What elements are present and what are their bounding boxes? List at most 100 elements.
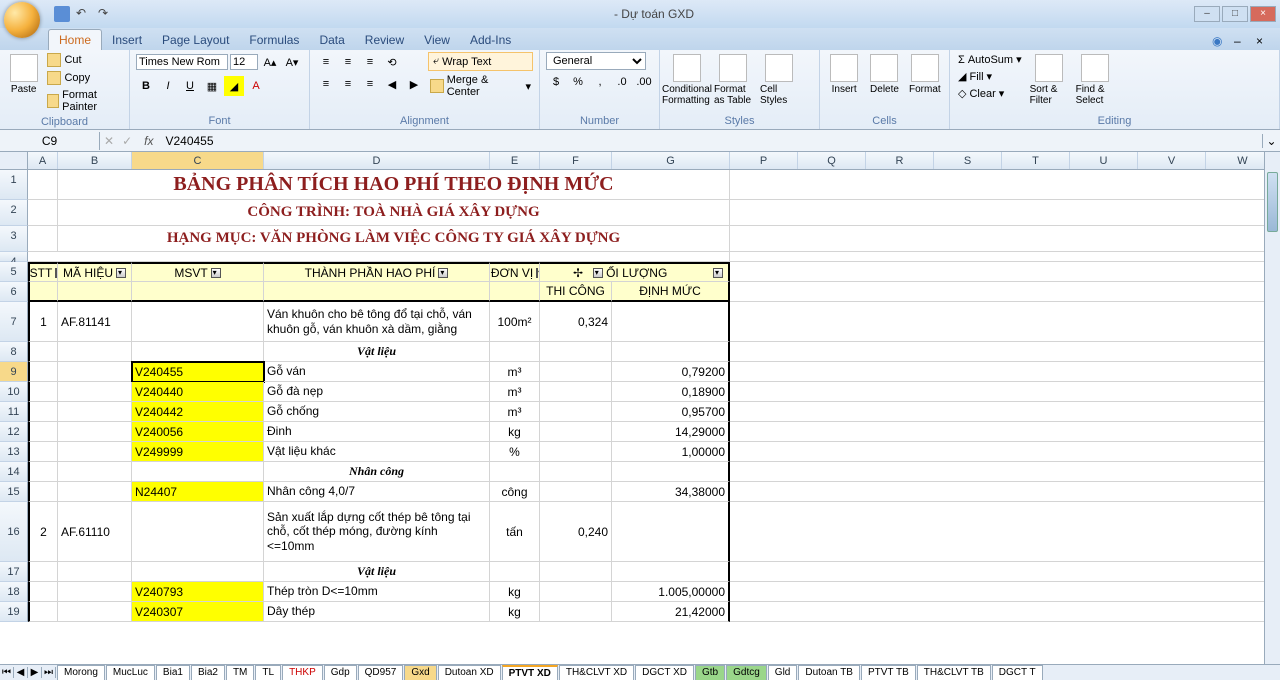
cell[interactable] (58, 462, 132, 482)
close-workbook-icon[interactable]: × (1256, 34, 1272, 50)
row-header[interactable]: 19 (0, 602, 28, 622)
merge-center-button[interactable]: Merge & Center ▾ (428, 73, 533, 99)
cell[interactable]: công (490, 482, 540, 502)
col-header[interactable]: B (58, 152, 132, 169)
cell[interactable] (540, 482, 612, 502)
save-icon[interactable] (54, 6, 70, 22)
cell[interactable]: kg (490, 602, 540, 622)
prev-sheet-button[interactable]: ◀ (14, 667, 28, 678)
cell[interactable]: m³ (490, 382, 540, 402)
cell[interactable] (58, 602, 132, 622)
cell[interactable] (28, 442, 58, 462)
cell[interactable]: Nhân công (264, 462, 490, 482)
select-all-button[interactable] (0, 152, 28, 169)
row-header[interactable]: 12 (0, 422, 28, 442)
increase-decimal-button[interactable]: .0 (612, 72, 632, 92)
col-header[interactable]: P (730, 152, 798, 169)
number-format-select[interactable]: General (546, 52, 646, 70)
paste-button[interactable]: Paste (6, 52, 41, 97)
sheet-tab[interactable]: Morong (57, 665, 105, 680)
row-header[interactable]: 5 (0, 262, 28, 282)
cell[interactable] (58, 442, 132, 462)
align-left-button[interactable]: ≡ (316, 74, 336, 94)
office-button[interactable] (4, 2, 40, 38)
col-header[interactable]: R (866, 152, 934, 169)
cell[interactable]: kg (490, 422, 540, 442)
cell[interactable]: V240442 (132, 402, 264, 422)
align-bottom-button[interactable]: ≡ (360, 52, 380, 72)
row-header[interactable]: 14 (0, 462, 28, 482)
copy-button[interactable]: Copy (45, 70, 123, 86)
enter-formula-icon[interactable]: ✓ (118, 134, 136, 148)
italic-button[interactable]: I (158, 76, 178, 96)
cell[interactable]: m³ (490, 362, 540, 382)
sheet-tab[interactable]: Gxd (404, 665, 436, 680)
th-dinhmuc[interactable]: ĐỊNH MỨC (612, 282, 730, 302)
cell[interactable]: AF.81141 (58, 302, 132, 342)
cell[interactable] (730, 422, 1280, 442)
cell[interactable]: Đinh (264, 422, 490, 442)
th-stt[interactable]: STT (28, 262, 58, 282)
filter-icon[interactable] (211, 268, 221, 278)
row-header[interactable]: 4 (0, 252, 28, 262)
report-title[interactable]: BẢNG PHÂN TÍCH HAO PHÍ THEO ĐỊNH MỨC (58, 170, 730, 200)
maximize-button[interactable]: □ (1222, 6, 1248, 22)
th-mahieu[interactable]: MÃ HIỆU (58, 262, 132, 282)
conditional-formatting-button[interactable]: Conditional Formatting (666, 52, 708, 108)
col-header[interactable]: C (132, 152, 264, 169)
filter-icon[interactable] (116, 268, 126, 278)
underline-button[interactable]: U (180, 76, 200, 96)
cell[interactable] (540, 342, 612, 362)
font-name-select[interactable] (136, 54, 228, 70)
row-header[interactable]: 2 (0, 200, 28, 226)
delete-cells-button[interactable]: Delete (866, 52, 902, 97)
row-header[interactable]: 7 (0, 302, 28, 342)
find-select-button[interactable]: Find & Select (1074, 52, 1116, 108)
sheet-tab[interactable]: PTVT XD (502, 665, 558, 680)
fill-button[interactable]: ◢ Fill ▾ (956, 69, 1024, 84)
cell[interactable]: Vật liệu khác (264, 442, 490, 462)
cell[interactable] (730, 482, 1280, 502)
col-header[interactable]: D (264, 152, 490, 169)
cell[interactable]: V249999 (132, 442, 264, 462)
cell[interactable] (540, 442, 612, 462)
cell[interactable]: V240056 (132, 422, 264, 442)
clear-button[interactable]: ◇ Clear ▾ (956, 86, 1024, 101)
cell[interactable] (540, 562, 612, 582)
sheet-tab[interactable]: TH&CLVT TB (917, 665, 991, 680)
cell[interactable] (58, 362, 132, 382)
percent-button[interactable]: % (568, 72, 588, 92)
formula-input[interactable]: V240455 (161, 134, 1262, 148)
cell[interactable]: AF.61110 (58, 502, 132, 562)
cell[interactable] (28, 422, 58, 442)
sheet-tab[interactable]: DGCT XD (635, 665, 694, 680)
sheet-tab[interactable]: THKP (282, 665, 323, 680)
cell[interactable] (132, 302, 264, 342)
sheet-tab[interactable]: TH&CLVT XD (559, 665, 634, 680)
row-header[interactable]: 3 (0, 226, 28, 252)
orientation-button[interactable]: ⟲ (382, 52, 402, 72)
increase-indent-button[interactable]: ▶ (404, 74, 424, 94)
cell[interactable] (132, 562, 264, 582)
cell[interactable] (730, 302, 1280, 342)
cell[interactable]: Vật liệu (264, 562, 490, 582)
autosum-button[interactable]: Σ AutoSum ▾ (956, 52, 1024, 67)
cell[interactable]: V240440 (132, 382, 264, 402)
cell[interactable] (612, 302, 730, 342)
cell[interactable]: Ván khuôn cho bê tông đổ tại chỗ, ván kh… (264, 302, 490, 342)
report-subtitle-1[interactable]: CÔNG TRÌNH: TOÀ NHÀ GIÁ XÂY DỰNG (58, 200, 730, 226)
row-header[interactable]: 18 (0, 582, 28, 602)
sheet-tab[interactable]: Gdp (324, 665, 357, 680)
cell[interactable] (540, 362, 612, 382)
row-header[interactable]: 17 (0, 562, 28, 582)
cell[interactable] (612, 342, 730, 362)
sheet-tab[interactable]: Dutoan TB (798, 665, 860, 680)
sheet-tab[interactable]: PTVT TB (861, 665, 916, 680)
redo-icon[interactable]: ↷ (98, 6, 114, 22)
sheet-tab[interactable]: MucLuc (106, 665, 155, 680)
wrap-text-button[interactable]: ⤶Wrap Text (428, 52, 533, 71)
row-header[interactable]: 9 (0, 362, 28, 382)
cell[interactable]: N24407 (132, 482, 264, 502)
close-button[interactable]: × (1250, 6, 1276, 22)
row-header[interactable]: 6 (0, 282, 28, 302)
